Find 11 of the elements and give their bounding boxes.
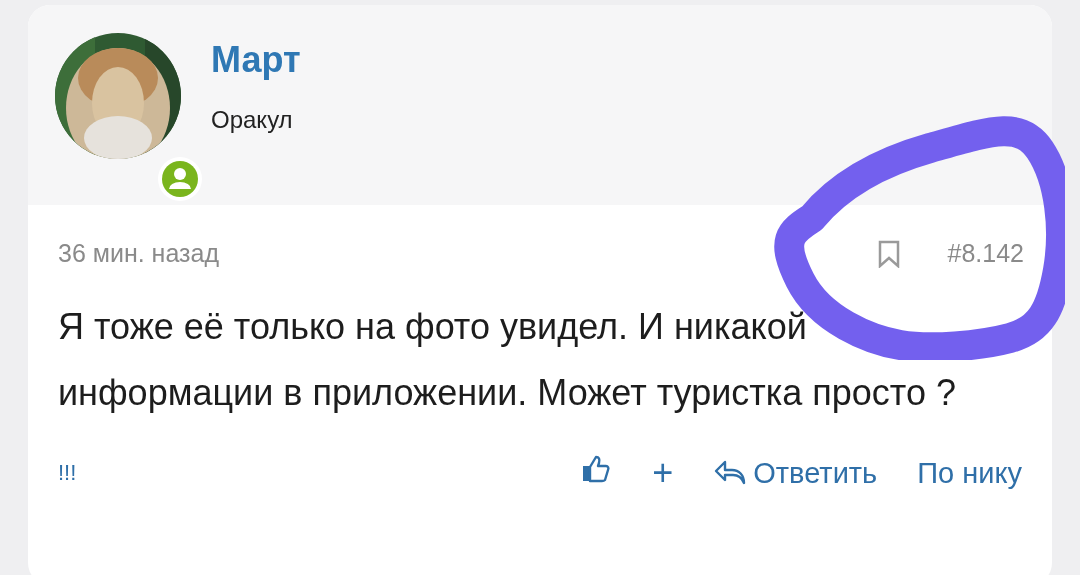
plus-button[interactable]: +	[652, 452, 674, 494]
reply-button[interactable]: Ответить	[713, 452, 878, 494]
user-badge-icon	[158, 157, 202, 201]
post-time: 36 мин. назад	[58, 239, 220, 268]
signature: !!!	[58, 460, 78, 486]
post-number[interactable]: #8.142	[947, 239, 1024, 268]
bookmark-icon[interactable]	[877, 239, 900, 268]
author-rank: Оракул	[211, 105, 294, 135]
author-name[interactable]: Март	[211, 39, 301, 81]
by-nickname-button[interactable]: По нику	[917, 452, 1022, 494]
post-text: Я тоже её только на фото увидел. И никакой информации в приложении. Может туристка просто ?	[57, 305, 957, 415]
